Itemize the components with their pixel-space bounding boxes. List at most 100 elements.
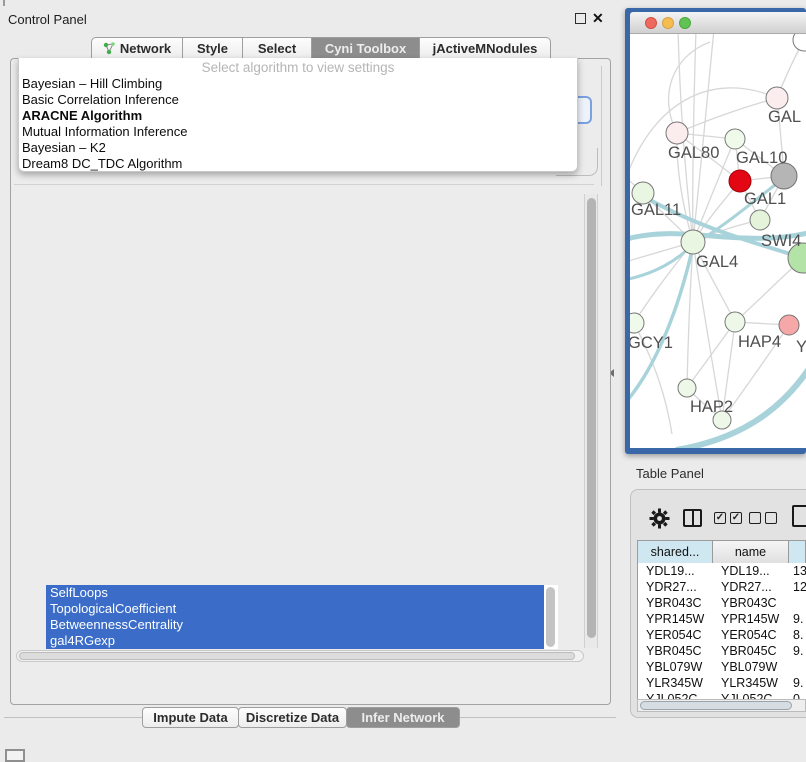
algorithm-select[interactable]: Select algorithm to view settings <box>19 60 577 75</box>
algorithm-option[interactable]: Dream8 DC_TDC Algorithm <box>21 156 575 172</box>
table-cell[interactable]: YDL19... <box>713 563 789 579</box>
document-icon[interactable] <box>792 505 806 527</box>
float-icon[interactable] <box>575 13 586 24</box>
network-node[interactable] <box>750 210 770 230</box>
tab-discretize-data[interactable]: Discretize Data <box>238 707 347 728</box>
data-attribute-item[interactable]: SelfLoops <box>46 585 544 601</box>
list-scrollbar[interactable] <box>546 587 555 647</box>
table-cell[interactable]: 9. <box>789 611 806 627</box>
tab-jactivemnodules[interactable]: jActiveMNodules <box>419 37 551 59</box>
control-panel-title: Control Panel <box>8 12 87 27</box>
table-horizontal-scrollbar[interactable] <box>637 699 806 712</box>
zoom-traffic-icon[interactable] <box>679 17 691 29</box>
tab-label: Cyni Toolbox <box>325 41 406 56</box>
table-row[interactable]: YDR27...YDR27...12 <box>638 579 806 595</box>
network-node[interactable] <box>678 379 696 397</box>
table-row[interactable]: YBR045CYBR045C9. <box>638 643 806 659</box>
table-row[interactable]: YPR145WYPR145W9. <box>638 611 806 627</box>
table-row[interactable]: YBR043CYBR043C <box>638 595 806 611</box>
network-node[interactable] <box>779 315 799 335</box>
column-header[interactable] <box>789 541 806 563</box>
tab-impute-data[interactable]: Impute Data <box>142 707 239 728</box>
tab-style[interactable]: Style <box>182 37 243 59</box>
node-label: HAP2 <box>690 398 733 416</box>
table-cell[interactable]: 9. <box>789 643 806 659</box>
table-cell[interactable]: YPR145W <box>713 611 789 627</box>
table-cell[interactable]: YBL079W <box>713 659 789 675</box>
table-row[interactable]: YLR345WYLR345W9. <box>638 675 806 691</box>
table-cell[interactable]: YER054C <box>638 627 713 643</box>
table-cell[interactable]: YDR27... <box>638 579 713 595</box>
table-cell[interactable] <box>789 595 806 611</box>
network-window-titlebar[interactable] <box>630 12 806 34</box>
table-cell[interactable]: YBR045C <box>713 643 789 659</box>
close-traffic-icon[interactable] <box>645 17 657 29</box>
scrollbar-thumb[interactable] <box>640 701 792 710</box>
network-node[interactable] <box>729 170 751 192</box>
table-cell[interactable]: YBR043C <box>713 595 789 611</box>
checkboxes-unchecked-icon[interactable] <box>749 512 777 524</box>
table-row[interactable]: YER054CYER054C8. <box>638 627 806 643</box>
table-cell[interactable]: YER054C <box>713 627 789 643</box>
network-canvas[interactable]: GALGAL80GAL10GAL1GAL11SWI4GAL4GCY1HAP4YH… <box>630 34 806 448</box>
tab-select[interactable]: Select <box>242 37 312 59</box>
checkboxes-checked-icon[interactable]: ✓✓ <box>714 512 742 524</box>
table-cell[interactable]: 13 <box>789 563 806 579</box>
gear-icon[interactable] <box>649 508 670 529</box>
settings-horizontal-scrollbar[interactable] <box>16 650 584 662</box>
network-node[interactable] <box>793 34 806 51</box>
node-label: GAL1 <box>744 190 786 208</box>
node-label: GAL11 <box>631 201 681 219</box>
minimize-traffic-icon[interactable] <box>662 17 674 29</box>
tab-infer-network[interactable]: Infer Network <box>346 707 460 728</box>
table-cell[interactable]: YPR145W <box>638 611 713 627</box>
network-node[interactable] <box>630 313 644 333</box>
data-attribute-item[interactable]: BetweennessCentrality <box>46 617 544 633</box>
scrollbar-thumb[interactable] <box>19 652 575 660</box>
settings-vertical-scrollbar[interactable] <box>584 194 598 648</box>
close-icon[interactable]: ✕ <box>592 9 604 27</box>
network-node[interactable] <box>725 129 745 149</box>
table-cell[interactable]: YBR045C <box>638 643 713 659</box>
data-attribute-item[interactable]: TopologicalCoefficient <box>46 601 544 617</box>
table-cell[interactable]: 8. <box>789 627 806 643</box>
tab-network[interactable]: Network <box>91 37 183 59</box>
network-node[interactable] <box>725 312 745 332</box>
tab-label: Style <box>197 41 228 56</box>
network-node[interactable] <box>681 230 705 254</box>
table-cell[interactable]: YDR27... <box>713 579 789 595</box>
algorithm-option[interactable]: Bayesian – Hill Climbing <box>21 76 575 92</box>
columns-icon[interactable] <box>683 509 702 527</box>
data-attributes-list[interactable]: SelfLoopsTopologicalCoefficientBetweenne… <box>46 585 558 649</box>
network-node[interactable] <box>666 122 688 144</box>
table-cell[interactable]: YLR345W <box>638 675 713 691</box>
minimized-panel-icon[interactable] <box>5 749 25 762</box>
scrollbar-thumb[interactable] <box>587 198 596 638</box>
network-node[interactable] <box>766 87 788 109</box>
algorithm-option[interactable]: ARACNE Algorithm <box>21 108 575 124</box>
node-label: Y <box>796 338 806 356</box>
tab-label: Select <box>258 41 296 56</box>
node-label: GAL4 <box>696 253 738 271</box>
table-cell[interactable]: YDL19... <box>638 563 713 579</box>
algorithm-option[interactable]: Bayesian – K2 <box>21 140 575 156</box>
column-header[interactable]: name <box>713 541 789 563</box>
table-cell[interactable]: 9. <box>789 675 806 691</box>
algorithm-dropdown: Select algorithm to view settings Bayesi… <box>18 58 578 172</box>
data-attribute-item[interactable]: gal4RGexp <box>46 633 544 649</box>
node-label: GAL <box>768 108 801 126</box>
algorithm-option[interactable]: Mutual Information Inference <box>21 124 575 140</box>
network-edge <box>693 34 714 242</box>
table-cell[interactable]: YLR345W <box>713 675 789 691</box>
table-cell[interactable]: YBL079W <box>638 659 713 675</box>
node-label: GAL80 <box>668 144 719 162</box>
table-cell[interactable]: 12 <box>789 579 806 595</box>
table-row[interactable]: YBL079WYBL079W <box>638 659 806 675</box>
table-row[interactable]: YDL19...YDL19...13 <box>638 563 806 579</box>
column-header[interactable]: shared... <box>638 541 713 563</box>
table-cell[interactable]: YBR043C <box>638 595 713 611</box>
algorithm-option[interactable]: Basic Correlation Inference <box>21 92 575 108</box>
table-cell[interactable] <box>789 659 806 675</box>
tab-cyni-toolbox[interactable]: Cyni Toolbox <box>311 37 420 59</box>
network-edge <box>669 42 710 133</box>
